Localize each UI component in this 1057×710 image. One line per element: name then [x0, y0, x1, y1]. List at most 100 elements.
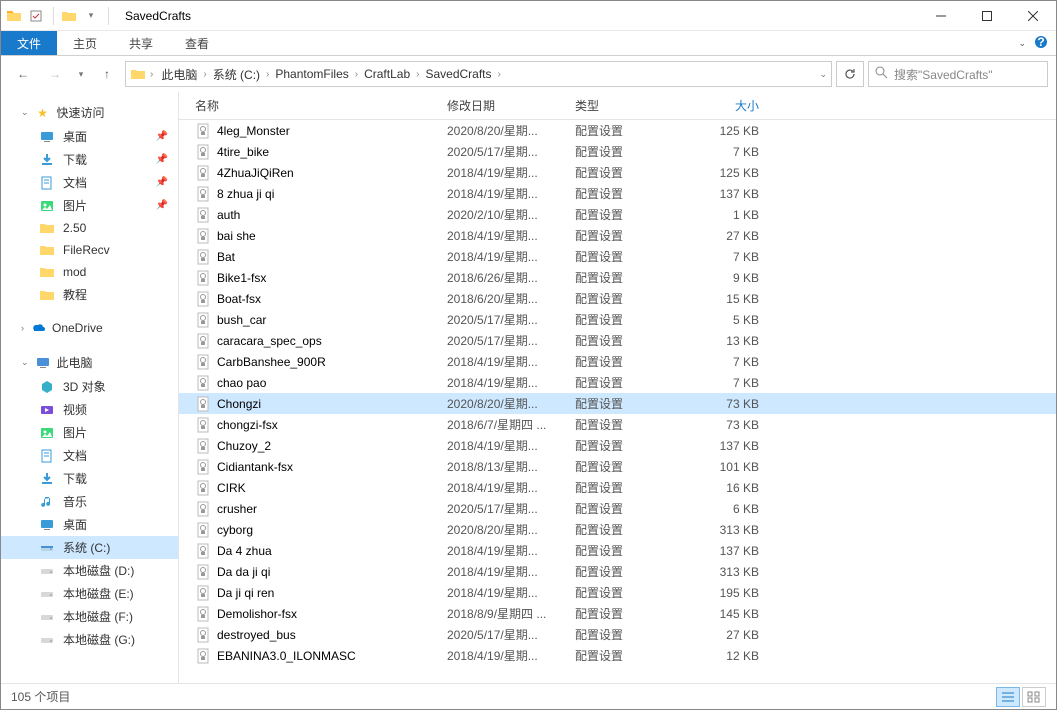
file-date: 2018/4/19/星期...	[439, 164, 567, 181]
sidebar-item[interactable]: 图片📌	[1, 194, 178, 217]
file-row[interactable]: auth2020/2/10/星期...配置设置1 KB	[179, 204, 1056, 225]
search-input[interactable]: 搜索"SavedCrafts"	[868, 61, 1048, 87]
file-row[interactable]: Bat2018/4/19/星期...配置设置7 KB	[179, 246, 1056, 267]
file-row[interactable]: Da ji qi ren2018/4/19/星期...配置设置195 KB	[179, 582, 1056, 603]
file-row[interactable]: Da 4 zhua2018/4/19/星期...配置设置137 KB	[179, 540, 1056, 561]
file-list[interactable]: 4leg_Monster2020/8/20/星期...配置设置125 KB4ti…	[179, 120, 1056, 683]
file-size: 27 KB	[677, 229, 767, 243]
file-row[interactable]: Boat-fsx2018/6/20/星期...配置设置15 KB	[179, 288, 1056, 309]
sidebar-item[interactable]: 音乐	[1, 490, 178, 513]
file-row[interactable]: CIRK2018/4/19/星期...配置设置16 KB	[179, 477, 1056, 498]
sidebar-item[interactable]: 桌面📌	[1, 125, 178, 148]
ribbon-expand-icon[interactable]: ⌄	[1018, 38, 1026, 49]
file-row[interactable]: bai she2018/4/19/星期...配置设置27 KB	[179, 225, 1056, 246]
file-name: bush_car	[217, 313, 266, 327]
ribbon-tab-share[interactable]: 共享	[113, 31, 169, 55]
breadcrumb-segment[interactable]: PhantomFiles	[271, 65, 352, 83]
forward-button[interactable]: →	[41, 61, 69, 87]
nav-onedrive[interactable]: › OneDrive	[1, 316, 178, 340]
file-type: 配置设置	[567, 143, 677, 160]
file-row[interactable]: 4ZhuaJiQiRen2018/4/19/星期...配置设置125 KB	[179, 162, 1056, 183]
nav-this-pc[interactable]: ⌄ 此电脑	[1, 350, 178, 375]
ribbon-file-tab[interactable]: 文件	[1, 31, 57, 55]
sidebar-item[interactable]: 图片	[1, 421, 178, 444]
sidebar-item[interactable]: mod	[1, 261, 178, 283]
breadcrumb-segment[interactable]: 此电脑	[157, 64, 201, 85]
file-row[interactable]: chao pao2018/4/19/星期...配置设置7 KB	[179, 372, 1056, 393]
sidebar-item[interactable]: 本地磁盘 (E:)	[1, 582, 178, 605]
breadcrumb-segment[interactable]: 系统 (C:)	[209, 64, 264, 85]
file-row[interactable]: Bike1-fsx2018/6/26/星期...配置设置9 KB	[179, 267, 1056, 288]
nav-quick-access[interactable]: ⌄ ★ 快速访问	[1, 100, 178, 125]
recent-dropdown[interactable]: ▾	[73, 61, 89, 87]
file-size: 16 KB	[677, 481, 767, 495]
file-size: 7 KB	[677, 355, 767, 369]
col-name[interactable]: 名称	[187, 97, 439, 114]
sidebar-item[interactable]: 本地磁盘 (D:)	[1, 559, 178, 582]
refresh-button[interactable]	[836, 61, 864, 87]
breadcrumb-segment[interactable]: CraftLab	[360, 65, 414, 83]
file-date: 2018/4/19/星期...	[439, 542, 567, 559]
file-row[interactable]: Chongzi2020/8/20/星期...配置设置73 KB	[179, 393, 1056, 414]
file-row[interactable]: 8 zhua ji qi2018/4/19/星期...配置设置137 KB	[179, 183, 1056, 204]
sidebar-item[interactable]: FileRecv	[1, 239, 178, 261]
ribbon-tab-view[interactable]: 查看	[169, 31, 225, 55]
col-type[interactable]: 类型	[567, 97, 677, 114]
file-row[interactable]: bush_car2020/5/17/星期...配置设置5 KB	[179, 309, 1056, 330]
file-name: chongzi-fsx	[217, 418, 278, 432]
file-row[interactable]: Da da ji qi2018/4/19/星期...配置设置313 KB	[179, 561, 1056, 582]
file-row[interactable]: caracara_spec_ops2020/5/17/星期...配置设置13 K…	[179, 330, 1056, 351]
file-row[interactable]: CarbBanshee_900R2018/4/19/星期...配置设置7 KB	[179, 351, 1056, 372]
pictures-icon	[39, 198, 55, 214]
sidebar-item[interactable]: 桌面	[1, 513, 178, 536]
sidebar-item[interactable]: 系统 (C:)	[1, 536, 178, 559]
details-view-button[interactable]	[996, 687, 1020, 707]
up-button[interactable]: ↑	[93, 61, 121, 87]
file-type: 配置设置	[567, 290, 677, 307]
downloads-icon	[39, 152, 55, 168]
file-date: 2020/5/17/星期...	[439, 332, 567, 349]
sidebar-item[interactable]: 教程	[1, 283, 178, 306]
file-row[interactable]: Demolishor-fsx2018/8/9/星期四 ...配置设置145 KB	[179, 603, 1056, 624]
qat-dropdown-icon[interactable]: ▾	[80, 5, 102, 27]
file-row[interactable]: EBANINA3.0_ILONMASC2018/4/19/星期...配置设置12…	[179, 645, 1056, 666]
maximize-button[interactable]	[964, 1, 1010, 31]
address-bar[interactable]: › 此电脑›系统 (C:)›PhantomFiles›CraftLab›Save…	[125, 61, 832, 87]
sidebar-item[interactable]: 文档	[1, 444, 178, 467]
sidebar-item[interactable]: 下载📌	[1, 148, 178, 171]
sidebar-item[interactable]: 3D 对象	[1, 375, 178, 398]
file-row[interactable]: Chuzoy_22018/4/19/星期...配置设置137 KB	[179, 435, 1056, 456]
icons-view-button[interactable]	[1022, 687, 1046, 707]
col-size[interactable]: 大小	[677, 97, 767, 114]
sidebar-item[interactable]: 下载	[1, 467, 178, 490]
sidebar-item[interactable]: 2.50	[1, 217, 178, 239]
sidebar-item[interactable]: 本地磁盘 (F:)	[1, 605, 178, 628]
file-size: 125 KB	[677, 124, 767, 138]
close-button[interactable]	[1010, 1, 1056, 31]
file-row[interactable]: 4leg_Monster2020/8/20/星期...配置设置125 KB	[179, 120, 1056, 141]
config-file-icon	[195, 501, 211, 517]
file-date: 2018/6/26/星期...	[439, 269, 567, 286]
sidebar-item[interactable]: 本地磁盘 (G:)	[1, 628, 178, 651]
addr-dropdown-icon[interactable]: ⌄	[819, 69, 827, 80]
breadcrumb-segment[interactable]: SavedCrafts	[421, 65, 495, 83]
file-row[interactable]: chongzi-fsx2018/6/7/星期四 ...配置设置73 KB	[179, 414, 1056, 435]
pin-icon: 📌	[156, 200, 168, 211]
file-row[interactable]: Cidiantank-fsx2018/8/13/星期...配置设置101 KB	[179, 456, 1056, 477]
file-type: 配置设置	[567, 374, 677, 391]
qat-props-icon[interactable]	[25, 5, 47, 27]
ribbon-tab-home[interactable]: 主页	[57, 31, 113, 55]
file-name: Demolishor-fsx	[217, 607, 297, 621]
sidebar-item[interactable]: 视频	[1, 398, 178, 421]
sidebar-item[interactable]: 文档📌	[1, 171, 178, 194]
file-row[interactable]: 4tire_bike2020/5/17/星期...配置设置7 KB	[179, 141, 1056, 162]
minimize-button[interactable]	[918, 1, 964, 31]
config-file-icon	[195, 186, 211, 202]
col-date[interactable]: 修改日期	[439, 97, 567, 114]
file-row[interactable]: cyborg2020/8/20/星期...配置设置313 KB	[179, 519, 1056, 540]
file-row[interactable]: destroyed_bus2020/5/17/星期...配置设置27 KB	[179, 624, 1056, 645]
file-row[interactable]: crusher2020/5/17/星期...配置设置6 KB	[179, 498, 1056, 519]
back-button[interactable]: ←	[9, 61, 37, 87]
folder-small-icon	[60, 7, 78, 25]
help-icon[interactable]: ?	[1034, 35, 1048, 52]
